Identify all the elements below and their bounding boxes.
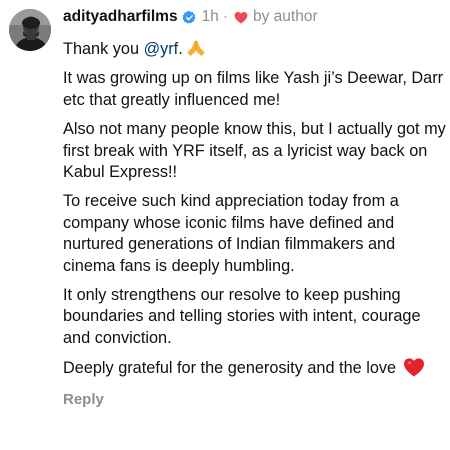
red-heart-icon xyxy=(234,11,248,24)
reply-button[interactable]: Reply xyxy=(63,391,447,408)
avatar[interactable] xyxy=(9,9,51,51)
comment-header: adityadharfilms 1h · by author xyxy=(63,6,447,28)
verified-badge-icon xyxy=(182,10,197,25)
comment-body: adityadharfilms 1h · by author Thank you… xyxy=(63,6,447,408)
comment-paragraph: Thank you @yrf. xyxy=(63,39,447,60)
comment: adityadharfilms 1h · by author Thank you… xyxy=(0,0,450,450)
text-fragment: . xyxy=(178,40,183,58)
separator-dot: · xyxy=(222,8,228,25)
comment-time: 1h xyxy=(201,8,219,25)
text-fragment: Thank you xyxy=(63,40,144,58)
comment-paragraph: It was growing up on films like Yash ji’… xyxy=(63,69,444,109)
comment-paragraph: It only strengthens our resolve to keep … xyxy=(63,286,421,347)
mention-link[interactable]: @yrf xyxy=(144,40,179,58)
text-fragment: Deeply grateful for the generosity and t… xyxy=(63,359,401,378)
username-link[interactable]: adityadharfilms xyxy=(63,8,178,26)
comment-paragraph: Deeply grateful for the generosity and t… xyxy=(63,357,447,379)
red-heart-emoji-icon xyxy=(403,357,425,377)
comment-text: Thank you @yrf. It was growing up on fil… xyxy=(63,39,447,380)
comment-paragraph: Also not many people know this, but I ac… xyxy=(63,120,446,182)
comment-paragraph: To receive such kind appreciation today … xyxy=(63,192,399,275)
folded-hands-icon xyxy=(185,39,207,57)
liked-by-author-label: by author xyxy=(252,8,318,25)
